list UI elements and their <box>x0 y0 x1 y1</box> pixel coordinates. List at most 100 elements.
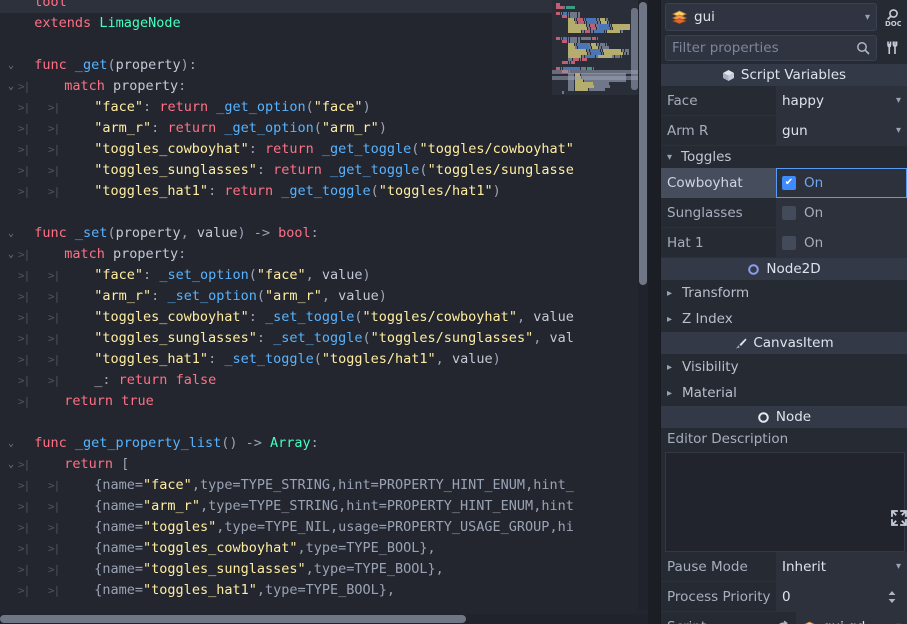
property-label: Face <box>667 92 698 109</box>
code-line[interactable]: >| >| "toggles_cowboyhat": return _get_to… <box>0 139 648 160</box>
editor-vertical-scrollbar[interactable] <box>638 0 648 610</box>
section-header-node2d[interactable]: Node2D <box>661 258 907 280</box>
code-line[interactable]: ⌄ func _get_property_list() -> Array: <box>0 433 648 454</box>
code-token: : <box>310 225 319 241</box>
checkbox-checked-icon[interactable] <box>782 175 796 190</box>
code-line[interactable]: >| >| {name="toggles_hat1",type=TYPE_BOOL… <box>0 580 648 601</box>
property-group-material[interactable]: ▸ Material <box>661 380 907 406</box>
editor-description-textarea[interactable] <box>665 452 905 552</box>
code-indent-pad <box>78 120 94 136</box>
property-value-dropdown[interactable]: gun ▾ <box>776 115 907 146</box>
property-row-process-priority[interactable]: Process Priority 0 <box>661 581 907 612</box>
code-line[interactable]: >| >| "toggles_hat1": return _get_toggle(… <box>0 181 648 202</box>
property-value-dropdown[interactable]: happy ▾ <box>776 85 907 116</box>
horizontal-scrollbar-thumb[interactable] <box>0 615 466 623</box>
code-line[interactable]: >| ] <box>0 601 648 602</box>
code-token: "face" <box>94 267 144 283</box>
property-group-z-index[interactable]: ▸ Z Index <box>661 306 907 332</box>
code-line[interactable]: >| >| "arm_r": _set_option("arm_r", value… <box>0 286 648 307</box>
code-line[interactable]: >| >| {name="arm_r",type=TYPE_STRING,hint… <box>0 496 648 517</box>
code-line[interactable]: >| >| {name="toggles",type=TYPE_NIL,usage… <box>0 517 648 538</box>
property-group-transform[interactable]: ▸ Transform <box>661 280 907 306</box>
code-indent-pad <box>78 351 94 367</box>
code-line[interactable]: tool <box>0 0 648 13</box>
code-line[interactable]: ⌄ >| match property: <box>0 244 648 265</box>
code-line[interactable]: >| >| {name="toggles_cowboyhat",type=TYPE… <box>0 538 648 559</box>
section-header-script-variables[interactable]: Script Variables <box>661 64 907 86</box>
indent-guide-icon: >| <box>18 395 30 408</box>
code-line[interactable]: >| >| "face": _set_option("face", value) <box>0 265 648 286</box>
script-editor-pane[interactable]: tool extends LimageNode ⌄ func _get(prop… <box>0 0 660 624</box>
code-line[interactable]: ⌄ func _get(property): <box>0 55 648 76</box>
code-line[interactable]: >| >| "toggles_hat1": _set_toggle("toggle… <box>0 349 648 370</box>
code-line[interactable]: ⌄ >| match property: <box>0 76 648 97</box>
property-row-cowboyhat[interactable]: Cowboyhat On <box>661 167 907 198</box>
code-line[interactable]: >| >| {name="toggles_sunglasses",type=TYP… <box>0 559 648 580</box>
code-line[interactable]: >| >| _: return false <box>0 370 648 391</box>
code-fold-arrow-icon[interactable]: ⌄ <box>4 223 18 244</box>
code-line[interactable]: >| >| "toggles_sunglasses": _set_toggle("… <box>0 328 648 349</box>
revert-icon[interactable] <box>776 620 790 624</box>
updown-arrows-icon[interactable] <box>887 590 897 604</box>
code-fold-arrow-icon[interactable]: ⌄ <box>4 55 18 76</box>
property-checkbox-cell[interactable]: On <box>776 227 907 258</box>
code-fold-arrow-icon[interactable]: ⌄ <box>4 244 18 265</box>
code-line[interactable]: >| return true <box>0 391 648 412</box>
property-list[interactable]: Script Variables Face happy ▾ Arm R gun … <box>661 64 907 624</box>
expand-icon[interactable] <box>889 508 907 528</box>
section-header-canvasitem[interactable]: CanvasItem <box>661 332 907 354</box>
code-line[interactable] <box>0 34 648 55</box>
node-selector-dropdown[interactable]: gui ▾ <box>665 3 877 31</box>
property-checkbox-cell[interactable]: On <box>776 167 907 198</box>
code-indent-pad <box>48 78 64 94</box>
editor-horizontal-scrollbar[interactable] <box>0 614 648 624</box>
indent-guide-icon: >| <box>48 164 60 177</box>
open-documentation-button[interactable]: DOC <box>877 3 907 31</box>
code-line[interactable]: >| >| "face": return _get_option("face") <box>0 97 648 118</box>
code-line[interactable]: ⌄ >| return [ <box>0 454 648 475</box>
code-line[interactable] <box>0 202 648 223</box>
property-group-visibility[interactable]: ▸ Visibility <box>661 354 907 380</box>
property-value-spinbox[interactable]: 0 <box>776 581 907 612</box>
code-line[interactable]: extends LimageNode <box>0 13 648 34</box>
property-row-hat1[interactable]: Hat 1 On <box>661 227 907 258</box>
section-title: Node <box>775 409 812 425</box>
inspector-tools-button[interactable] <box>877 34 907 62</box>
code-line[interactable]: >| >| "arm_r": return _get_option("arm_r"… <box>0 118 648 139</box>
inspector-top-bar: gui ▾ DOC <box>661 0 907 34</box>
property-checkbox-cell[interactable]: On <box>776 197 907 228</box>
code-token: _get_toggle <box>281 183 371 199</box>
code-fold-arrow-icon[interactable]: ⌄ <box>4 76 18 97</box>
code-line[interactable]: >| >| {name="face",type=TYPE_STRING,hint=… <box>0 475 648 496</box>
code-line[interactable]: ⌄ func _set(property, value) -> bool: <box>0 223 648 244</box>
code-fold-arrow-icon[interactable]: ⌄ <box>4 433 18 454</box>
code-token: "face" <box>313 99 363 115</box>
checkbox-unchecked-icon[interactable] <box>782 235 796 250</box>
filter-properties-input[interactable]: Filter properties <box>665 35 877 61</box>
section-header-node[interactable]: Node <box>661 406 907 428</box>
checkbox-unchecked-icon[interactable] <box>782 205 796 220</box>
property-row-face[interactable]: Face happy ▾ <box>661 85 907 116</box>
code-indent-pad <box>78 540 94 556</box>
property-group-toggles[interactable]: ▾ Toggles <box>661 146 907 168</box>
minimap-code-bar <box>588 88 605 92</box>
minimap-code-bar <box>621 30 623 34</box>
vertical-scrollbar-thumb[interactable] <box>639 2 647 285</box>
property-row-script[interactable]: Script <box>661 611 907 624</box>
minimap-code-bar <box>568 30 582 34</box>
code-indent-pad <box>78 162 94 178</box>
property-row-sunglasses[interactable]: Sunglasses On <box>661 197 907 228</box>
property-value-dropdown[interactable]: Inherit ▾ <box>776 551 907 582</box>
code-text-area[interactable]: tool extends LimageNode ⌄ func _get(prop… <box>0 0 648 602</box>
code-line[interactable]: >| >| "toggles_cowboyhat": _set_toggle("t… <box>0 307 648 328</box>
property-value-resource[interactable]: gui.gd ▾ <box>796 611 907 624</box>
code-line[interactable] <box>0 412 648 433</box>
code-line[interactable]: >| >| "toggles_sunglasses": return _get_t… <box>0 160 648 181</box>
code-minimap[interactable] <box>552 0 640 95</box>
code-indent-pad <box>18 204 34 220</box>
code-fold-arrow-icon[interactable]: ⌄ <box>4 454 18 475</box>
property-row-arm-r[interactable]: Arm R gun ▾ <box>661 115 907 146</box>
property-row-pause-mode[interactable]: Pause Mode Inherit ▾ <box>661 551 907 582</box>
